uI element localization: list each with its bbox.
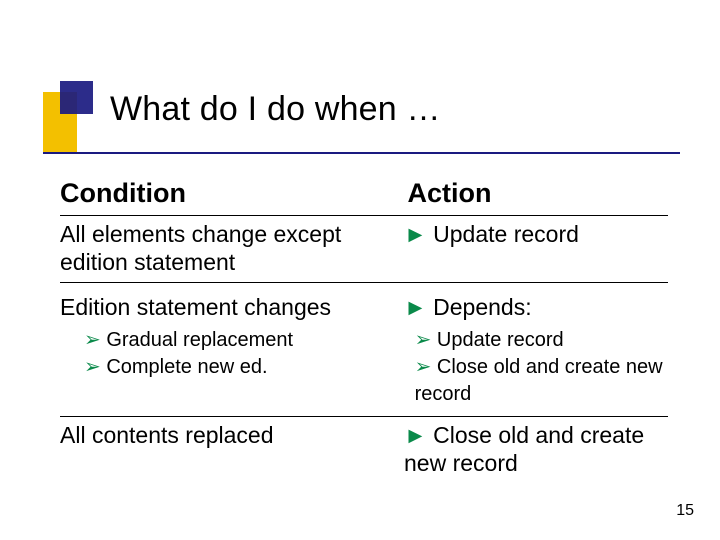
table-header-row: Condition Action bbox=[60, 174, 668, 216]
action-cell: ► Close old and create new record bbox=[404, 421, 668, 477]
sub-condition: ➢ Complete new ed. bbox=[60, 354, 415, 381]
condition-cell: All contents replaced bbox=[60, 421, 404, 449]
header-condition: Condition bbox=[60, 178, 400, 209]
header-action: Action bbox=[400, 178, 668, 209]
action-text: Close old and create new record bbox=[404, 422, 644, 476]
condition-cell: All elements change except edition state… bbox=[60, 220, 404, 276]
action-text: Update record bbox=[433, 221, 579, 247]
table-row: All contents replaced ► Close old and cr… bbox=[60, 417, 668, 483]
slide: What do I do when … Condition Action All… bbox=[0, 0, 720, 540]
sub-action: ➢ Update record bbox=[415, 327, 668, 354]
sub-action: ➢ Close old and create new record bbox=[415, 354, 668, 408]
accent-navy-box bbox=[60, 81, 93, 114]
title-wrap: What do I do when … bbox=[110, 90, 660, 129]
row-main: Edition statement changes ► Depends: bbox=[60, 289, 668, 327]
sub-row: ➢ Gradual replacement ➢ Update record bbox=[60, 327, 668, 354]
slide-title: What do I do when … bbox=[110, 90, 660, 129]
sub-action-text: Close old and create new record bbox=[415, 356, 663, 405]
sub-row: ➢ Complete new ed. ➢ Close old and creat… bbox=[60, 354, 668, 408]
action-text: Depends: bbox=[433, 294, 531, 320]
sub-condition-text: Complete new ed. bbox=[106, 356, 267, 378]
table-row: Edition statement changes ► Depends: ➢ G… bbox=[60, 283, 668, 417]
table-row: All elements change except edition state… bbox=[60, 216, 668, 283]
sub-action-text: Update record bbox=[437, 329, 564, 351]
chevron-icon: ➢ bbox=[84, 329, 101, 351]
title-underline bbox=[43, 152, 680, 154]
condition-action-table: Condition Action All elements change exc… bbox=[60, 174, 668, 483]
chevron-icon: ➢ bbox=[84, 356, 101, 378]
arrow-icon: ► bbox=[404, 221, 427, 247]
sub-condition-text: Gradual replacement bbox=[106, 329, 293, 351]
action-cell: ► Update record bbox=[404, 220, 668, 248]
page-number: 15 bbox=[676, 502, 694, 520]
chevron-icon: ➢ bbox=[415, 329, 432, 351]
arrow-icon: ► bbox=[404, 294, 427, 320]
action-cell: ► Depends: bbox=[404, 293, 668, 321]
sub-condition: ➢ Gradual replacement bbox=[60, 327, 415, 354]
condition-cell: Edition statement changes bbox=[60, 293, 404, 321]
chevron-icon: ➢ bbox=[415, 356, 432, 378]
arrow-icon: ► bbox=[404, 422, 427, 448]
